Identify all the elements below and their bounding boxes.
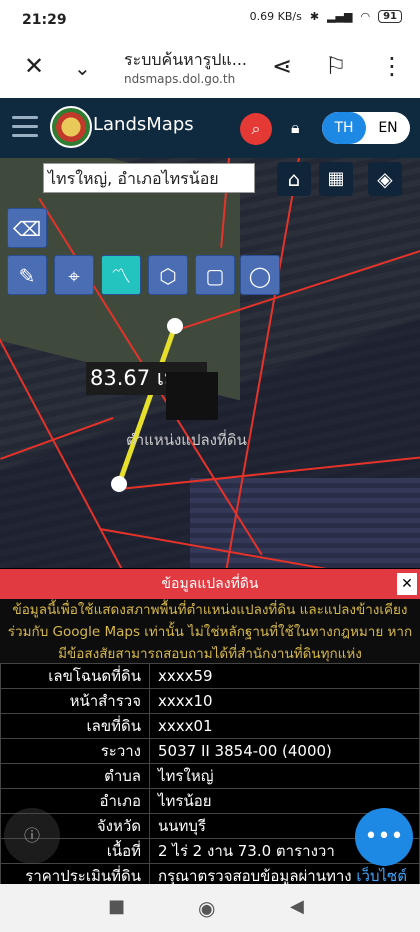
line-tool-button[interactable]: 〽 xyxy=(101,255,141,295)
more-actions-button[interactable]: ••• xyxy=(355,808,413,866)
home-icon[interactable]: ⌂ xyxy=(277,162,311,196)
sheet-title: ข้อมูลแปลงที่ดิน xyxy=(0,569,420,599)
website-link[interactable]: เว็บไซต์ xyxy=(356,867,407,885)
table-row: เลขที่ดิน xxxx01 xyxy=(0,713,420,739)
polyline-icon: 〽 xyxy=(111,264,131,288)
lang-en-button[interactable]: EN xyxy=(366,112,410,144)
battery-icon: 91 xyxy=(378,10,402,23)
search-button[interactable]: ⌕ xyxy=(240,113,272,145)
parcel-location-label: ตำแหน่งแปลงที่ดิน xyxy=(126,431,247,449)
row-label: ระวาง xyxy=(0,738,150,764)
map-view[interactable] xyxy=(0,158,420,568)
row-label: ตำบล xyxy=(0,763,150,789)
row-value: xxxx01 xyxy=(149,713,420,739)
eraser-tool-button[interactable]: ⌫ xyxy=(7,208,47,248)
parcel-info-table: เลขโฉนดที่ดิน xxxx59 หน้าสำรวจ xxxx10 เลขท… xyxy=(0,663,420,889)
bluetooth-icon: ✱ xyxy=(309,10,320,23)
page-title: ระบบค้นหารูปแ... xyxy=(124,50,247,69)
rectangle-tool-button[interactable]: ▢ xyxy=(195,255,235,295)
circle-tool-button[interactable]: ◯ xyxy=(240,255,280,295)
grid-icon[interactable]: ▦ xyxy=(319,162,353,196)
price-note: กรุณาตรวจสอบข้อมูลผ่านทาง xyxy=(158,867,352,885)
recents-icon[interactable]: ■ xyxy=(108,896,125,917)
map-search-input[interactable]: ไทรใหญ่, อำเภอไทรน้อย xyxy=(43,163,255,193)
measure-point[interactable] xyxy=(167,318,183,334)
pencil-ruler-icon: ✎ xyxy=(18,264,36,288)
eraser-icon: ⌫ xyxy=(12,217,42,241)
draw-tool-button[interactable]: ✎ xyxy=(7,255,47,295)
table-row: ตำบล ไทรใหญ่ xyxy=(0,763,420,789)
measure-line xyxy=(116,325,178,485)
search-icon: ⌕ xyxy=(251,119,261,138)
row-label: หน้าสำรวจ xyxy=(0,688,150,714)
row-label: เลขโฉนดที่ดิน xyxy=(0,663,150,689)
page-url[interactable]: ndsmaps.dol.go.th xyxy=(124,72,235,86)
rectangle-icon: ▢ xyxy=(205,264,225,288)
lock-icon[interactable]: 🔒︎ xyxy=(291,118,300,138)
row-value: 5037 II 3854-00 (4000) xyxy=(149,738,420,764)
close-sheet-button[interactable]: ✕ xyxy=(397,573,417,595)
marker-tool-button[interactable]: ⌖ xyxy=(54,255,94,295)
status-icons: 0.69 KB/s ✱ ▂▄▆ ◠ 91 xyxy=(250,10,402,23)
system-nav-bar: ■ ◉ ◀ xyxy=(0,884,420,932)
close-icon[interactable]: ✕ xyxy=(24,52,44,80)
net-speed: 0.69 KB/s xyxy=(249,10,302,23)
lang-th-button[interactable]: TH xyxy=(322,112,366,144)
circle-icon: ◯ xyxy=(248,264,272,288)
language-toggle[interactable]: TH EN xyxy=(322,112,410,144)
disclaimer-text: ข้อมูลนี้เพื่อใช้แสดงสภาพพื้นที่ตำแหน่งแ… xyxy=(0,599,420,663)
table-row: ระวาง 5037 II 3854-00 (4000) xyxy=(0,738,420,764)
browser-toolbar: ✕ ⌄ ระบบค้นหารูปแ... ndsmaps.dol.go.th ⋖… xyxy=(0,40,420,99)
redaction-box xyxy=(166,372,218,420)
row-value: xxxx10 xyxy=(149,688,420,714)
home-circle-icon[interactable]: ◉ xyxy=(198,896,215,920)
polygon-icon: ⬡ xyxy=(159,264,177,288)
bookmark-icon[interactable]: ⚐ xyxy=(325,52,347,80)
clear-search-icon[interactable]: ✕ xyxy=(236,166,254,191)
app-brand: LandsMaps xyxy=(93,114,194,135)
wifi-icon: ◠ xyxy=(360,10,371,23)
clock: 21:29 xyxy=(22,12,67,28)
measure-point[interactable] xyxy=(111,476,127,492)
signal-icon: ▂▄▆ xyxy=(327,10,353,23)
table-row: เลขโฉนดที่ดิน xxxx59 xyxy=(0,663,420,689)
map-pin-icon: ⌖ xyxy=(68,264,80,288)
menu-icon[interactable] xyxy=(12,116,38,138)
table-row: หน้าสำรวจ xxxx10 xyxy=(0,688,420,714)
table-row: อำเภอ ไทรน้อย xyxy=(0,788,420,814)
row-value: ไทรใหญ่ xyxy=(149,763,420,789)
share-icon[interactable]: ⋖ xyxy=(272,52,292,80)
close-icon: ✕ xyxy=(401,576,413,592)
info-icon[interactable]: ⓘ xyxy=(4,808,60,864)
back-icon[interactable]: ◀ xyxy=(290,896,304,917)
more-horizontal-icon: ••• xyxy=(364,824,404,849)
status-bar: 21:29 0.69 KB/s ✱ ▂▄▆ ◠ 91 xyxy=(0,0,420,40)
more-icon[interactable]: ⋮ xyxy=(380,52,404,80)
layers-icon[interactable]: ◈ xyxy=(368,162,402,196)
logo xyxy=(50,106,92,148)
chevron-down-icon[interactable]: ⌄ xyxy=(74,56,91,80)
row-label: เลขที่ดิน xyxy=(0,713,150,739)
row-value: xxxx59 xyxy=(149,663,420,689)
polygon-tool-button[interactable]: ⬡ xyxy=(148,255,188,295)
